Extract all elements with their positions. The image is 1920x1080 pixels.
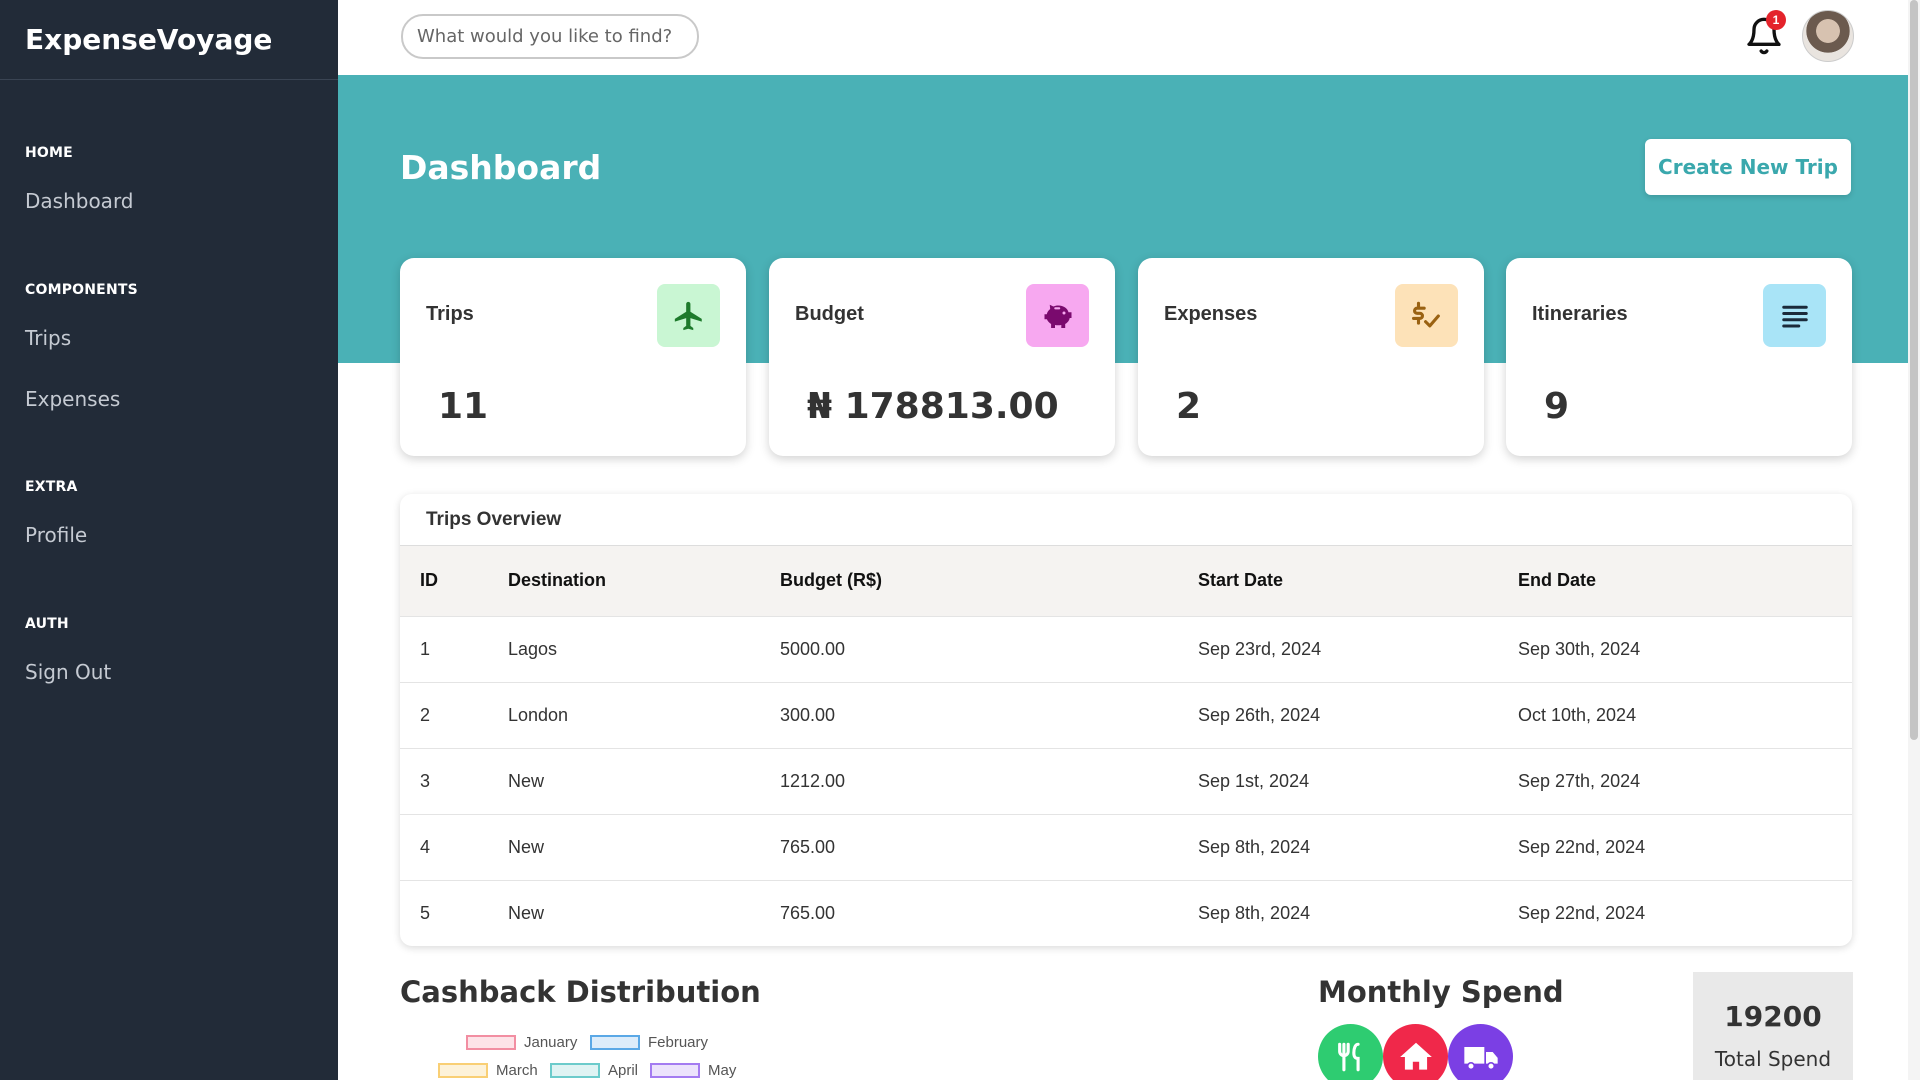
column-header-start-date[interactable]: Start Date bbox=[1198, 546, 1518, 616]
sidebar: ExpenseVoyage HOME Dashboard COMPONENTS … bbox=[0, 0, 338, 1080]
sidebar-item-trips[interactable]: Trips bbox=[25, 326, 71, 350]
sidebar-item-expenses[interactable]: Expenses bbox=[25, 387, 120, 411]
legend-swatch bbox=[650, 1063, 700, 1078]
truck-icon[interactable] bbox=[1448, 1024, 1513, 1080]
cell-destination: New bbox=[508, 770, 545, 791]
panel-title: Trips Overview bbox=[400, 494, 1852, 546]
cell-end-date: Oct 10th, 2024 bbox=[1518, 704, 1637, 725]
cell-start-date: Sep 8th, 2024 bbox=[1198, 836, 1311, 857]
avatar[interactable] bbox=[1802, 10, 1854, 62]
legend-item-april[interactable]: April bbox=[550, 1062, 638, 1079]
cell-destination: New bbox=[508, 836, 545, 857]
cell-start-date: Sep 8th, 2024 bbox=[1198, 902, 1311, 923]
list-icon bbox=[1763, 284, 1826, 347]
cell-budget: 765.00 bbox=[780, 902, 836, 923]
table-row[interactable]: 3 New 1212.00 Sep 1st, 2024 Sep 27th, 20… bbox=[400, 748, 1852, 814]
table-row[interactable]: 1 Lagos 5000.00 Sep 23rd, 2024 Sep 30th,… bbox=[400, 616, 1852, 682]
card-value: ₦ 178813.00 bbox=[807, 386, 1059, 427]
card-label: Itineraries bbox=[1532, 303, 1628, 325]
plane-icon bbox=[657, 284, 720, 347]
cell-budget: 765.00 bbox=[780, 836, 836, 857]
table-row[interactable]: 5 New 765.00 Sep 8th, 2024 Sep 22nd, 202… bbox=[400, 880, 1852, 946]
home-icon[interactable] bbox=[1383, 1024, 1448, 1080]
cell-end-date: Sep 22nd, 2024 bbox=[1518, 902, 1646, 923]
column-header-destination[interactable]: Destination bbox=[508, 546, 780, 616]
total-spend-value: 19200 bbox=[1724, 1000, 1822, 1033]
cashback-distribution-title: Cashback Distribution bbox=[400, 975, 761, 1009]
legend-swatch bbox=[590, 1035, 640, 1050]
cell-destination: Lagos bbox=[508, 638, 558, 659]
nav-heading-home: HOME bbox=[25, 145, 73, 161]
card-value: 9 bbox=[1544, 386, 1570, 427]
trips-overview-panel: Trips Overview ID Destination Budget (R$… bbox=[400, 494, 1852, 946]
legend-label: March bbox=[496, 1062, 538, 1079]
card-value: 11 bbox=[438, 386, 489, 427]
cell-end-date: Sep 30th, 2024 bbox=[1518, 638, 1641, 659]
sidebar-item-profile[interactable]: Profile bbox=[25, 523, 87, 547]
legend-label: April bbox=[608, 1062, 639, 1079]
legend-item-january[interactable]: January bbox=[466, 1034, 577, 1051]
scrollbar-thumb[interactable] bbox=[1910, 0, 1918, 740]
cell-id: 2 bbox=[420, 704, 431, 725]
create-new-trip-button[interactable]: Create New Trip bbox=[1645, 139, 1851, 195]
piggy-bank-icon bbox=[1026, 284, 1089, 347]
column-header-budget[interactable]: Budget (R$) bbox=[780, 546, 1198, 616]
sidebar-item-sign-out[interactable]: Sign Out bbox=[25, 660, 111, 684]
total-spend-box: 19200 Total Spend bbox=[1693, 972, 1853, 1080]
cell-start-date: Sep 23rd, 2024 bbox=[1198, 638, 1322, 659]
legend-label: May bbox=[708, 1062, 737, 1079]
cell-budget: 300.00 bbox=[780, 704, 836, 725]
legend-swatch bbox=[466, 1035, 516, 1050]
stat-card-budget: Budget ₦ 178813.00 bbox=[769, 258, 1115, 456]
brand-logo[interactable]: ExpenseVoyage bbox=[0, 0, 338, 80]
legend-swatch bbox=[550, 1063, 600, 1078]
cell-start-date: Sep 26th, 2024 bbox=[1198, 704, 1321, 725]
column-header-end-date[interactable]: End Date bbox=[1518, 546, 1852, 616]
sidebar-item-dashboard[interactable]: Dashboard bbox=[25, 189, 134, 213]
legend-item-february[interactable]: February bbox=[590, 1034, 708, 1051]
cell-end-date: Sep 27th, 2024 bbox=[1518, 770, 1641, 791]
cell-id: 4 bbox=[420, 836, 431, 857]
stat-card-itineraries: Itineraries 9 bbox=[1506, 258, 1852, 456]
card-label: Trips bbox=[426, 303, 474, 325]
legend-item-may[interactable]: May bbox=[650, 1062, 736, 1079]
cell-budget: 5000.00 bbox=[780, 638, 846, 659]
legend-label: January bbox=[524, 1034, 578, 1051]
monthly-spend-title: Monthly Spend bbox=[1318, 975, 1564, 1009]
total-spend-label: Total Spend bbox=[1714, 1047, 1832, 1071]
trips-table: ID Destination Budget (R$) Start Date En… bbox=[400, 546, 1852, 946]
table-header-row: ID Destination Budget (R$) Start Date En… bbox=[400, 546, 1852, 616]
cell-start-date: Sep 1st, 2024 bbox=[1198, 770, 1310, 791]
card-label: Budget bbox=[795, 303, 864, 325]
cell-destination: New bbox=[508, 902, 545, 923]
table-row[interactable]: 2 London 300.00 Sep 26th, 2024 Oct 10th,… bbox=[400, 682, 1852, 748]
legend-label: February bbox=[648, 1034, 709, 1051]
nav-heading-auth: AUTH bbox=[25, 616, 69, 632]
stat-card-trips: Trips 11 bbox=[400, 258, 746, 456]
column-header-id[interactable]: ID bbox=[400, 546, 508, 616]
nav-heading-extra: EXTRA bbox=[25, 479, 78, 495]
cell-destination: London bbox=[508, 704, 569, 725]
card-label: Expenses bbox=[1164, 303, 1258, 325]
dollar-check-icon bbox=[1395, 284, 1458, 347]
page-title: Dashboard bbox=[400, 148, 602, 187]
notification-badge: 1 bbox=[1766, 10, 1786, 30]
card-value: 2 bbox=[1176, 386, 1202, 427]
stat-card-expenses: Expenses 2 bbox=[1138, 258, 1484, 456]
cell-budget: 1212.00 bbox=[780, 770, 846, 791]
legend-swatch bbox=[438, 1063, 488, 1078]
legend-item-march[interactable]: March bbox=[438, 1062, 538, 1079]
cell-id: 1 bbox=[420, 638, 431, 659]
top-bar: 1 bbox=[338, 0, 1920, 75]
cell-id: 5 bbox=[420, 902, 431, 923]
search-input[interactable] bbox=[401, 14, 699, 59]
nav-heading-components: COMPONENTS bbox=[25, 282, 138, 298]
cell-end-date: Sep 22nd, 2024 bbox=[1518, 836, 1646, 857]
table-row[interactable]: 4 New 765.00 Sep 8th, 2024 Sep 22nd, 202… bbox=[400, 814, 1852, 880]
food-icon[interactable] bbox=[1318, 1024, 1383, 1080]
cell-id: 3 bbox=[420, 770, 431, 791]
